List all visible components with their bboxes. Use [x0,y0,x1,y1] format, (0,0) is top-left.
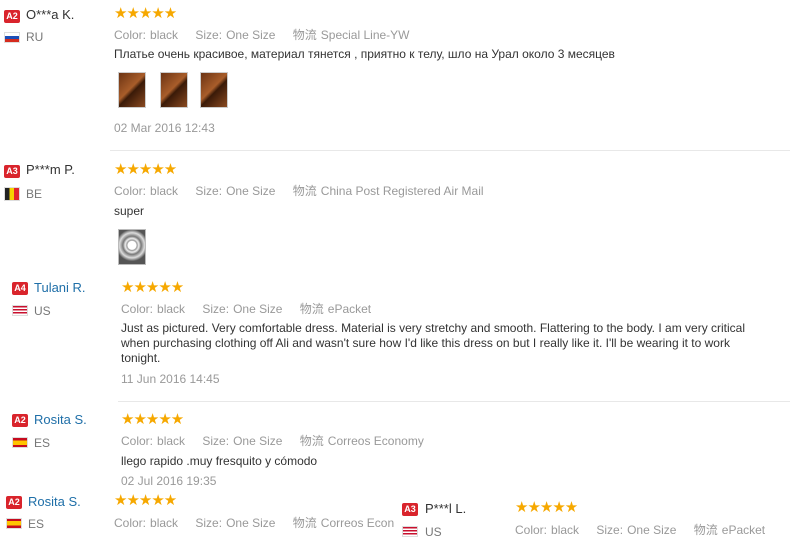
order-attributes: Color: black Size: One Size 物流 Correos Econ… [114,514,394,531]
color-label: Color: [121,434,154,448]
flag-es-icon [6,518,22,529]
country-code: US [34,304,51,318]
reviewer-name: P***l L. [425,501,467,516]
rating-stars: ★★★★★ [114,161,177,178]
shipping-value: Special Line-YW [320,28,410,42]
order-attributes: Color: black Size: One Size 物流 ePacket [121,300,385,317]
review-date: 11 Jun 2016 14:45 [121,372,220,386]
shipping-value: Correos Economy [327,434,424,448]
shipping-value: ePacket [721,523,766,537]
shipping-label: 物流 [299,434,324,448]
order-attributes: Color: black Size: One Size 物流 Special Line… [114,26,424,43]
size-value: One Size [233,302,283,316]
rating-stars: ★★★★★ [114,5,177,22]
color-label: Color: [114,184,147,198]
size-label: Size: [195,184,223,198]
size-label: Size: [195,28,223,42]
color-value: black [150,516,179,530]
size-label: Size: [202,434,230,448]
size-label: Size: [596,523,624,537]
level-badge: A2 [6,496,22,509]
review-text: Just as pictured. Very comfortable dress… [121,321,746,365]
review-text: Платье очень красивое, материал тянется … [114,47,615,61]
flag-us-icon [402,526,418,537]
reviewer-name: O***a K. [26,7,75,22]
review-date: 02 Mar 2016 12:43 [114,121,215,135]
size-value: One Size [233,434,283,448]
color-label: Color: [121,302,154,316]
rating-stars: ★★★★★ [114,492,177,509]
country-code: US [425,525,442,539]
level-badge: A2 [4,10,20,23]
reviewer-name[interactable]: Tulani R. [34,280,86,295]
size-label: Size: [202,302,230,316]
shipping-value: Correos Econom [320,516,394,530]
divider [110,150,790,151]
rating-stars: ★★★★★ [121,411,184,428]
shipping-label: 物流 [292,28,317,42]
country-code: ES [28,517,45,531]
color-value: black [551,523,580,537]
size-value: One Size [226,184,276,198]
size-label: Size: [195,516,223,530]
reviewer-name: P***m P. [26,162,75,177]
review-photo-thumbnail[interactable] [118,72,146,108]
color-value: black [150,28,179,42]
reviewer-name[interactable]: Rosita S. [28,494,81,509]
size-value: One Size [226,28,276,42]
order-attributes: Color: black Size: One Size 物流 Correos Econ… [121,432,438,449]
color-label: Color: [515,523,548,537]
level-badge: A3 [402,503,418,516]
shipping-value: ePacket [327,302,372,316]
order-attributes: Color: black Size: One Size 物流 China Post R… [114,182,498,199]
country-code: BE [26,187,43,201]
color-value: black [150,184,179,198]
flag-ru-icon [4,32,20,43]
rating-stars: ★★★★★ [515,499,578,516]
shipping-label: 物流 [693,523,718,537]
divider [118,401,790,402]
country-code: ES [34,436,51,450]
rating-stars: ★★★★★ [121,279,184,296]
level-badge: A2 [12,414,28,427]
review-photo-thumbnail[interactable] [160,72,188,108]
color-value: black [157,434,186,448]
size-value: One Size [226,516,276,530]
level-badge: A3 [4,165,20,178]
shipping-label: 物流 [299,302,324,316]
review-photo-thumbnail[interactable] [200,72,228,108]
shipping-value: China Post Registered Air Mail [320,184,484,198]
flag-be-icon [4,187,20,201]
size-value: One Size [627,523,677,537]
review-text: super [114,204,145,218]
flag-us-icon [12,305,28,316]
color-label: Color: [114,516,147,530]
reviewer-name[interactable]: Rosita S. [34,412,87,427]
color-label: Color: [114,28,147,42]
level-badge: A4 [12,282,28,295]
country-code: RU [26,30,44,44]
shipping-label: 物流 [292,516,317,530]
review-text: llego rapido .muy fresquito y cómodo [121,454,318,468]
review-photo-thumbnail[interactable] [118,229,146,265]
order-attributes: Color: black Size: One Size 物流 ePacket [515,521,779,538]
shipping-label: 物流 [292,184,317,198]
color-value: black [157,302,186,316]
review-date: 02 Jul 2016 19:35 [121,474,217,488]
flag-es-icon [12,437,28,448]
